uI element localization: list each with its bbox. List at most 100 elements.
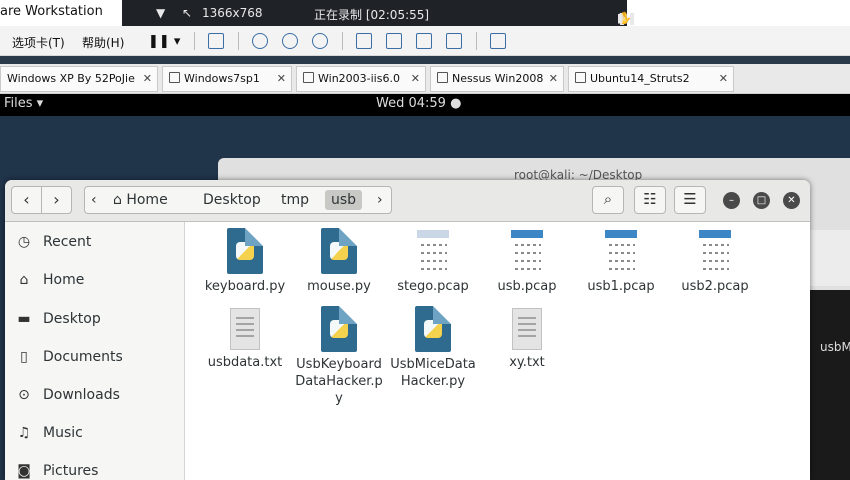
- text-file-icon: [512, 308, 542, 350]
- snapshot-icon[interactable]: [252, 33, 268, 49]
- delete-icon[interactable]: ▮: [617, 11, 624, 25]
- fullscreen-icon[interactable]: [416, 33, 432, 49]
- console-view-icon[interactable]: [386, 33, 402, 49]
- crumb-home[interactable]: ⌂ Home: [113, 192, 168, 208]
- view-toggle-button[interactable]: ☷: [634, 186, 666, 214]
- camera-icon: ◙: [17, 463, 31, 479]
- path-scroll-left-icon[interactable]: ‹: [91, 192, 97, 208]
- sidebar-item-label: Pictures: [43, 463, 99, 479]
- close-icon[interactable]: ✕: [411, 72, 420, 85]
- python-file-icon: [321, 228, 357, 274]
- close-icon: ✕: [787, 195, 796, 206]
- gnome-top-bar: Files ▾ Wed 04:59 ●: [0, 94, 850, 116]
- recording-resolution: 1366x768: [202, 6, 263, 20]
- pcap-file-icon: [413, 228, 453, 274]
- file-item[interactable]: xy.txt: [481, 306, 573, 371]
- file-item[interactable]: usb.pcap: [481, 228, 573, 295]
- vm-tab-winxp[interactable]: Windows XP By 52PoJie ✕: [0, 66, 158, 92]
- close-icon[interactable]: ✕: [549, 72, 558, 85]
- vmware-menubar: 选项卡(T) 帮助(H) ❚❚ ▾: [0, 26, 850, 56]
- chevron-right-icon: ›: [53, 190, 60, 209]
- files-app-menu[interactable]: Files ▾: [4, 96, 43, 111]
- close-icon[interactable]: ✕: [143, 72, 152, 85]
- vm-tab-ubuntu[interactable]: Ubuntu14_Struts2 ✕: [568, 66, 734, 92]
- crumb-tmp[interactable]: tmp: [281, 192, 309, 208]
- menu-tabs[interactable]: 选项卡(T): [12, 34, 65, 51]
- crumb-usb[interactable]: usb: [325, 190, 363, 210]
- vm-tab-label: Ubuntu14_Struts2: [590, 72, 690, 85]
- terminal-panel: [810, 230, 850, 286]
- pause-vm-icon[interactable]: ❚❚ ▾: [148, 34, 180, 49]
- terminal-body[interactable]: usbM: [810, 290, 850, 480]
- sidebar-item-label: Home: [43, 272, 85, 288]
- sidebar-item-label: Documents: [43, 349, 123, 365]
- file-item[interactable]: stego.pcap: [387, 228, 479, 295]
- file-item[interactable]: mouse.py: [293, 228, 385, 295]
- vm-tab-label: Windows XP By 52PoJie: [7, 72, 135, 85]
- maximize-button[interactable]: □: [753, 192, 770, 209]
- vm-tab-strip: Windows XP By 52PoJie ✕ Windows7sp1 ✕ Wi…: [0, 64, 850, 94]
- file-name: usb1.pcap: [587, 279, 655, 294]
- file-name: stego.pcap: [397, 279, 469, 294]
- sidebar-item-downloads[interactable]: ⊙ Downloads: [15, 387, 120, 411]
- file-item[interactable]: usb1.pcap: [575, 228, 667, 295]
- back-button[interactable]: ‹: [11, 186, 42, 214]
- file-item[interactable]: usbdata.txt: [199, 306, 291, 371]
- pcap-file-icon: [601, 228, 641, 274]
- file-name: xy.txt: [509, 355, 545, 370]
- file-name: usb.pcap: [497, 279, 557, 294]
- vm-tab-label: Nessus Win2008: [452, 72, 544, 85]
- music-icon: ♫: [17, 425, 31, 441]
- unity-icon[interactable]: [446, 33, 462, 49]
- crumb-desktop[interactable]: Desktop: [203, 192, 261, 208]
- forward-button[interactable]: ›: [41, 186, 72, 214]
- vm-icon: [169, 72, 180, 83]
- vm-tab-label: Win2003-iis6.0: [318, 72, 400, 85]
- minimize-button[interactable]: –: [723, 192, 740, 209]
- clock[interactable]: Wed 04:59 ●: [376, 96, 461, 111]
- sidebar-item-recent[interactable]: ◷ Recent: [15, 234, 92, 258]
- revert-snapshot-icon[interactable]: [282, 33, 298, 49]
- toolbar-divider: [238, 32, 239, 50]
- recording-status: 正在录制 [02:05:55]: [314, 8, 430, 22]
- file-item[interactable]: usb2.pcap: [669, 228, 761, 295]
- sidebar-item-label: Desktop: [43, 311, 101, 327]
- list-view-icon: ☷: [643, 190, 657, 208]
- menu-button[interactable]: ☰: [674, 186, 706, 214]
- file-item[interactable]: UsbKeyboardDataHacker.py: [293, 306, 385, 407]
- breadcrumb: ‹ ⌂ Home Desktop tmp usb ›: [84, 186, 392, 214]
- send-keys-icon[interactable]: [208, 33, 224, 49]
- dropdown-arrow-icon[interactable]: ▼: [156, 6, 165, 20]
- path-scroll-right-icon[interactable]: ›: [377, 192, 383, 208]
- vm-tab-win7[interactable]: Windows7sp1 ✕: [162, 66, 292, 92]
- python-file-icon: [227, 228, 263, 274]
- file-item[interactable]: UsbMiceDataHacker.py: [387, 306, 479, 390]
- sidebar-item-documents[interactable]: ▯ Documents: [15, 349, 123, 373]
- file-item[interactable]: keyboard.py: [199, 228, 291, 295]
- sidebar-item-home[interactable]: ⌂ Home: [15, 272, 85, 296]
- close-icon[interactable]: ✕: [719, 72, 728, 85]
- sidebar-toggle-icon[interactable]: [356, 33, 372, 49]
- toolbar-divider: [342, 32, 343, 50]
- vm-tab-win2003[interactable]: Win2003-iis6.0 ✕: [296, 66, 426, 92]
- home-icon: ⌂: [19, 272, 29, 288]
- sidebar-item-desktop[interactable]: ▬ Desktop: [15, 311, 101, 335]
- file-name: keyboard.py: [204, 279, 286, 294]
- sidebar-item-label: Recent: [43, 234, 92, 250]
- close-icon[interactable]: ✕: [277, 72, 286, 85]
- file-grid: keyboard.py mouse.py stego.pcap usb.pcap: [185, 222, 810, 480]
- library-icon[interactable]: [490, 33, 506, 49]
- close-button[interactable]: ✕: [783, 192, 800, 209]
- vm-tab-nessus[interactable]: Nessus Win2008 ✕: [430, 66, 564, 92]
- python-file-icon: [321, 306, 357, 352]
- vm-icon: [437, 72, 448, 83]
- search-button[interactable]: ⌕: [592, 186, 624, 214]
- sidebar-item-pictures[interactable]: ◙ Pictures: [15, 463, 98, 480]
- chevron-left-icon: ‹: [23, 190, 30, 209]
- folder-icon: ▬: [17, 311, 31, 327]
- pcap-file-icon: [507, 228, 547, 274]
- download-icon: ⊙: [18, 387, 30, 403]
- menu-help[interactable]: 帮助(H): [82, 34, 124, 51]
- sidebar-item-music[interactable]: ♫ Music: [15, 425, 83, 449]
- snapshot-manager-icon[interactable]: [312, 33, 328, 49]
